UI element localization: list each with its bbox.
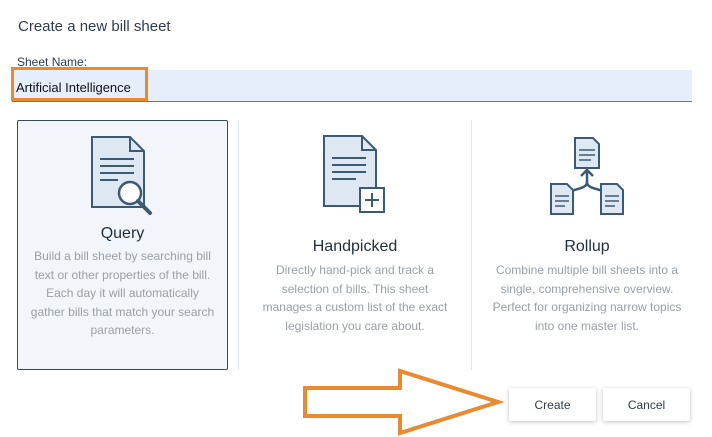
card-handpicked[interactable]: Handpicked Directly hand-pick and track … <box>250 120 460 370</box>
card-rollup-title: Rollup <box>564 238 610 255</box>
sheet-name-highlight <box>11 67 148 101</box>
card-divider <box>238 120 239 370</box>
annotation-arrow <box>303 368 505 436</box>
rollup-documents-icon <box>550 137 624 215</box>
query-document-icon <box>90 136 152 215</box>
card-query-title: Query <box>100 225 145 242</box>
card-rollup[interactable]: Rollup Combine multiple bill sheets into… <box>482 120 692 370</box>
card-handpicked-description: Directly hand-pick and track a selection… <box>262 263 448 333</box>
handpicked-document-icon <box>323 135 385 213</box>
card-query[interactable]: Query Build a bill sheet by searching bi… <box>17 120 228 370</box>
dialog-title: Create a new bill sheet <box>18 18 171 35</box>
card-rollup-description: Combine multiple bill sheets into a sing… <box>492 263 682 333</box>
card-handpicked-title: Handpicked <box>312 238 398 255</box>
card-divider <box>471 120 472 370</box>
cancel-button[interactable]: Cancel <box>603 388 690 421</box>
card-query-description: Build a bill sheet by searching bill tex… <box>30 249 215 337</box>
create-button[interactable]: Create <box>509 388 596 421</box>
